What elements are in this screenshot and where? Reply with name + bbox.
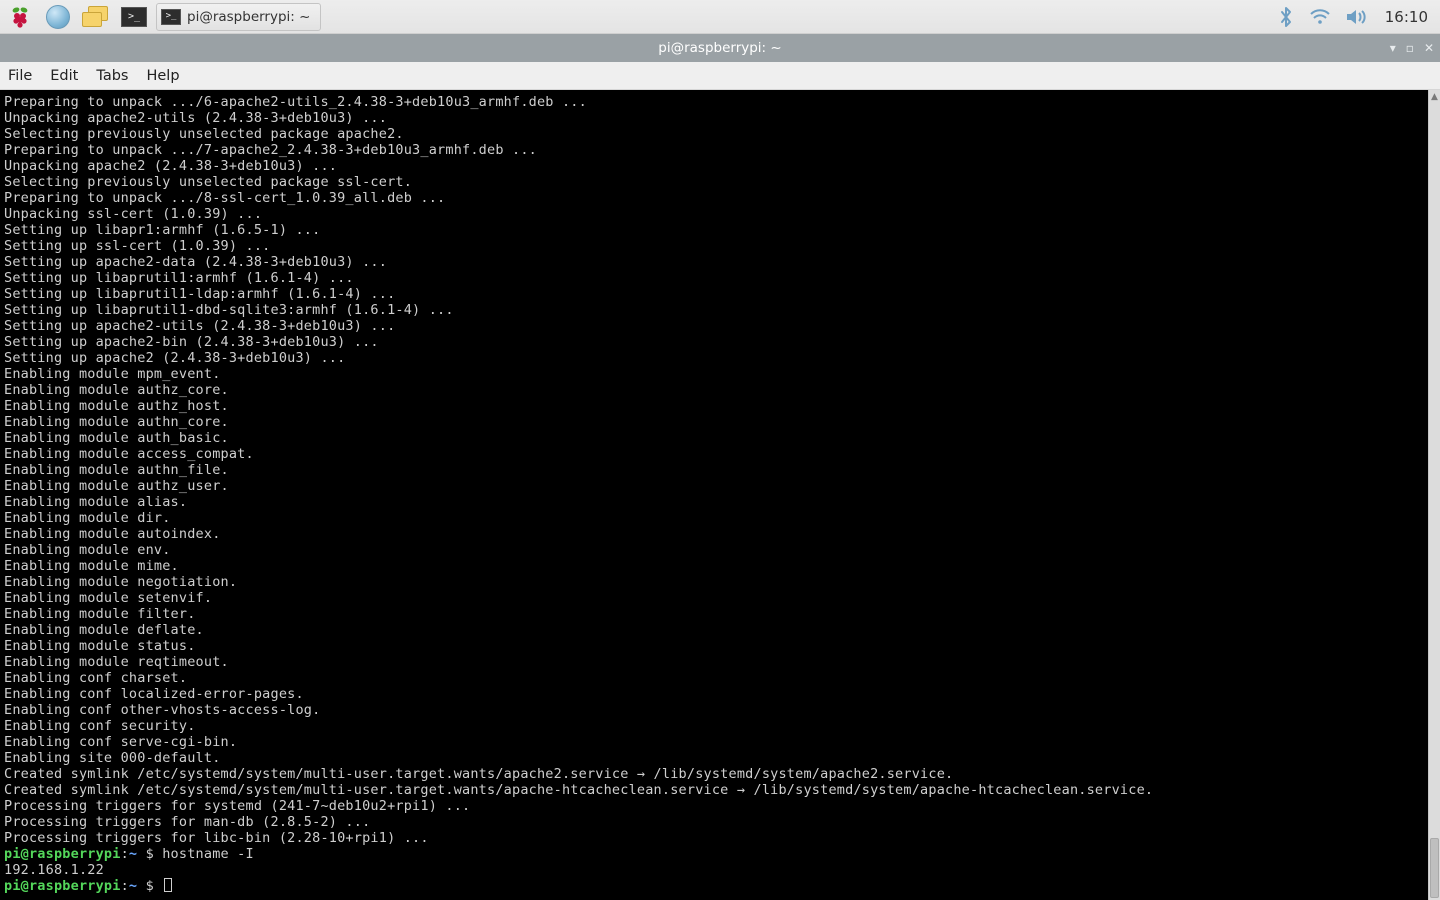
web-browser-icon[interactable]: [44, 3, 72, 31]
bluetooth-icon[interactable]: [1277, 6, 1295, 28]
window-maximize-button[interactable]: ▫: [1406, 42, 1414, 54]
terminal-scrollbar[interactable]: ▲: [1428, 90, 1440, 900]
terminal-launcher-icon[interactable]: >_: [120, 3, 148, 31]
menubar: File Edit Tabs Help: [0, 62, 1440, 90]
window-title: pi@raspberrypi: ~: [658, 40, 781, 56]
file-manager-icon[interactable]: [82, 3, 110, 31]
panel-clock[interactable]: 16:10: [1381, 8, 1434, 26]
quick-launch: >_: [6, 3, 148, 31]
taskbar-window-label: pi@raspberrypi: ~: [187, 9, 310, 25]
volume-icon[interactable]: [1345, 8, 1367, 26]
terminal-output[interactable]: Preparing to unpack .../6-apache2-utils_…: [0, 90, 1428, 900]
menu-tabs[interactable]: Tabs: [96, 68, 128, 84]
window-titlebar[interactable]: pi@raspberrypi: ~ ▾ ▫ ✕: [0, 34, 1440, 62]
scrollbar-thumb[interactable]: [1430, 838, 1439, 898]
window-minimize-button[interactable]: ▾: [1390, 42, 1396, 54]
scrollbar-up-arrow-icon[interactable]: ▲: [1429, 92, 1440, 102]
wifi-icon[interactable]: [1309, 8, 1331, 26]
terminal-icon: >_: [161, 9, 181, 25]
menu-help[interactable]: Help: [146, 68, 179, 84]
window-close-button[interactable]: ✕: [1424, 42, 1434, 54]
menu-edit[interactable]: Edit: [50, 68, 78, 84]
taskbar-active-window-button[interactable]: >_ pi@raspberrypi: ~: [156, 3, 321, 31]
window-buttons: ▾ ▫ ✕: [1390, 34, 1434, 62]
raspberry-menu-icon[interactable]: [6, 3, 34, 31]
system-tray: 16:10: [1277, 6, 1434, 28]
taskbar: >_ >_ pi@raspberrypi: ~ 16:10: [0, 0, 1440, 34]
menu-file[interactable]: File: [8, 68, 32, 84]
terminal-cursor: [164, 878, 172, 892]
terminal-viewport: Preparing to unpack .../6-apache2-utils_…: [0, 90, 1440, 900]
